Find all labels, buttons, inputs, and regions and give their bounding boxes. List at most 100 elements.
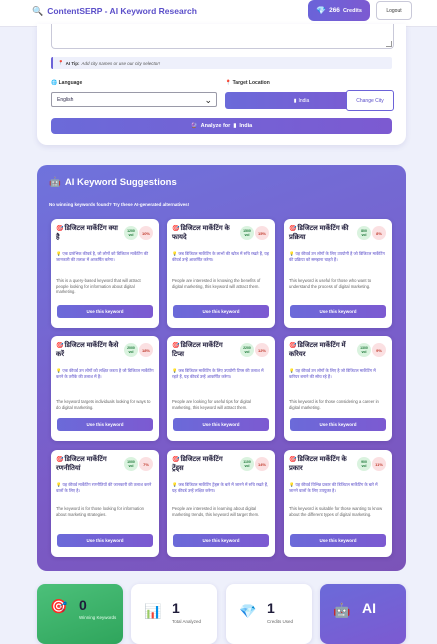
use-keyword-button[interactable]: Use this keyword — [290, 305, 386, 318]
volume-badge: 1500 vol — [240, 226, 254, 240]
app-logo[interactable]: 🔍 ContentSERP - AI Keyword Research — [32, 4, 197, 18]
flag-icon: ▮ — [233, 123, 237, 129]
keyword-card: 🎯डिजिटल मार्केटिंग रणनीतियां 1000 vol 7% 💡 य… — [51, 450, 159, 557]
use-keyword-button[interactable]: Use this keyword — [173, 305, 269, 318]
difficulty-badge: 11% — [372, 457, 386, 471]
logout-button[interactable]: Logout — [376, 1, 412, 20]
target-icon: 🎯 — [50, 598, 68, 614]
credits-label: Credits — [342, 7, 362, 14]
use-keyword-button[interactable]: Use this keyword — [57, 305, 153, 318]
suggestions-subtitle: No winning keywords found? Try these AI-… — [49, 202, 190, 207]
chevron-down-icon: ⌄ — [204, 95, 212, 105]
volume-badge: 1100 vol — [240, 457, 254, 471]
resize-handle[interactable] — [386, 41, 392, 47]
stat-value: AI — [362, 600, 376, 616]
stat-value: 0 — [79, 597, 87, 613]
tip-text: Add city names or use our city selector! — [81, 60, 161, 66]
target-icon: 🎯 — [56, 226, 64, 232]
target-icon: 🎯 — [172, 343, 180, 349]
difficulty-badge: 12% — [255, 343, 269, 357]
ai-suggestions-panel: 🤖 AI Keyword Suggestions No winning keyw… — [37, 165, 406, 571]
language-label: 🌐 Language — [51, 80, 83, 86]
use-keyword-button[interactable]: Use this keyword — [57, 534, 153, 547]
keyword-title: 🎯डिजिटल मार्केटिंग के प्रकार — [289, 456, 347, 472]
keyword-description: 💡 एक प्रारंभिक कीवर्ड है, जो लोगों को डि… — [56, 251, 149, 262]
keyword-card: 🎯डिजिटल मार्केटिंग टिप्स 2200 vol 12% 💡 जब ड… — [167, 336, 275, 441]
keyword-note: People are looking for useful tips for d… — [172, 399, 251, 410]
flag-icon: ▮ — [293, 97, 297, 104]
diamond-icon: 💎 — [239, 603, 257, 619]
keyword-card: 🎯डिजिटल मार्केटिंग में करियर 1300 vol 9% 💡 य… — [284, 336, 392, 441]
pin-icon: 📍 — [58, 60, 64, 65]
volume-badge: 800 vol — [357, 226, 371, 240]
robot-icon: 🤖 — [333, 602, 351, 618]
globe-icon: 🌐 — [51, 80, 58, 86]
keyword-title: 🎯डिजिटल मार्केटिंग ट्रेंड्स — [172, 456, 223, 472]
keyword-card: 🎯डिजिटल मार्केटिंग के प्रकार 900 vol 11% 💡 य… — [284, 450, 392, 557]
top-header: 🔍 ContentSERP - AI Keyword Research 💎 26… — [0, 0, 437, 27]
keyword-card: 🎯डिजिटल मार्केटिंग ट्रेंड्स 1100 vol 14% 💡 ज… — [167, 450, 275, 557]
keyword-description: 💡 यह कीवर्ड उन लोगों के लिए है जो डिजिटल… — [289, 368, 376, 379]
volume-badge: 1200 vol — [124, 226, 138, 240]
keyword-note: People are interested in learning about … — [172, 506, 260, 517]
stat-label: Credits Used — [267, 619, 294, 624]
keyword-title: 🎯डिजिटल मार्केटिंग टिप्स — [172, 342, 223, 358]
keyword-textarea[interactable] — [51, 24, 394, 49]
keyword-title: 🎯डिजिटल मार्केटिंग के फायदे — [172, 225, 230, 241]
stat-credits-used: 💎 1 Credits Used — [226, 584, 312, 644]
difficulty-badge: 18% — [139, 343, 153, 357]
stat-ai: 🤖 AI — [320, 584, 406, 644]
keyword-description: 💡 जब डिजिटल मार्केटिंग ट्रेंड्स के बारे … — [172, 482, 269, 493]
stat-winning-keywords: 🎯 0 Winning Keywords — [37, 584, 123, 644]
analyze-button[interactable]: 🔮 Analyze for ▮ India — [51, 118, 392, 134]
credits-value: 266 — [329, 7, 340, 14]
ai-tip: 📍 AI Tip: Add city names or use our city… — [51, 57, 392, 69]
location-value: India — [298, 97, 310, 104]
keyword-title: 🎯डिजिटल मार्केटिंग क्या है — [56, 225, 118, 241]
volume-badge: 1000 vol — [124, 457, 138, 471]
keyword-card: 🎯डिजिटल मार्केटिंग कैसे करें 2000 vol 18% 💡 … — [51, 336, 159, 441]
use-keyword-button[interactable]: Use this keyword — [173, 534, 269, 547]
difficulty-badge: 15% — [255, 226, 269, 240]
difficulty-badge: 8% — [372, 226, 386, 240]
tip-label: AI Tip: — [65, 60, 80, 66]
keyword-card: 🎯डिजिटल मार्केटिंग के फायदे 1500 vol 15% 💡 ज… — [167, 219, 275, 328]
use-keyword-button[interactable]: Use this keyword — [290, 418, 386, 431]
change-city-button[interactable]: Change City — [346, 90, 394, 111]
keyword-title: 🎯डिजिटल मार्केटिंग रणनीतियां — [56, 456, 107, 472]
volume-badge: 2200 vol — [240, 343, 254, 357]
keyword-note: This is a query-based keyword that will … — [56, 278, 141, 295]
volume-badge: 1300 vol — [357, 343, 371, 357]
keyword-description: 💡 यह कीवर्ड विभिन्न प्रकार की डिजिटल मार… — [289, 482, 378, 493]
language-select[interactable]: English ⌄ — [51, 92, 217, 107]
search-icon: 🔍 — [32, 5, 44, 16]
target-icon: 🎯 — [56, 343, 64, 349]
use-keyword-button[interactable]: Use this keyword — [57, 418, 153, 431]
analyze-label: Analyze for — [200, 123, 231, 129]
app-title: ContentSERP - AI Keyword Research — [47, 6, 197, 16]
stat-total-analyzed: 📊 1 Total Analyzed — [131, 584, 217, 644]
keyword-note: This keyword is for those considering a … — [289, 399, 379, 410]
keyword-description: 💡 जब डिजिटल मार्केटिंग के लाभों की खोज म… — [172, 251, 269, 262]
keyword-note: People are interested in knowing the ben… — [172, 278, 261, 289]
keyword-description: 💡 एक कीवर्ड उन लोगों को लक्षित करता है ज… — [56, 368, 154, 379]
keyword-description: 💡 यह कीवर्ड मार्केटिंग रणनीतियों की जानक… — [56, 482, 152, 493]
keyword-title: 🎯डिजिटल मार्केटिंग में करियर — [289, 342, 346, 358]
use-keyword-button[interactable]: Use this keyword — [173, 418, 269, 431]
keyword-note: The keyword targets individuals looking … — [56, 399, 151, 410]
target-location-label: 📍 Target Location — [225, 80, 270, 86]
target-icon: 🎯 — [172, 457, 180, 463]
stat-label: Total Analyzed — [172, 619, 202, 624]
keyword-description: 💡 यह कीवर्ड उन लोगों के लिए उपयोगी है जो… — [289, 251, 385, 262]
stat-label: Winning Keywords — [79, 615, 117, 620]
keyword-title: 🎯डिजिटल मार्केटिंग कैसे करें — [56, 342, 119, 358]
use-keyword-button[interactable]: Use this keyword — [290, 534, 386, 547]
magic-icon: 🔮 — [190, 123, 198, 129]
keyword-card: 🎯डिजिटल मार्केटिंग क्या है 1200 vol 10% 💡 एक… — [51, 219, 159, 328]
keyword-description: 💡 जब डिजिटल मार्केटिंग के लिए उपयोगी टिप… — [172, 368, 264, 379]
credits-button[interactable]: 💎 266 Credits — [308, 0, 370, 21]
keyword-note: The keyword is for those looking for inf… — [56, 506, 144, 517]
target-icon: 🎯 — [289, 343, 297, 349]
difficulty-badge: 7% — [139, 457, 153, 471]
difficulty-badge: 9% — [372, 343, 386, 357]
